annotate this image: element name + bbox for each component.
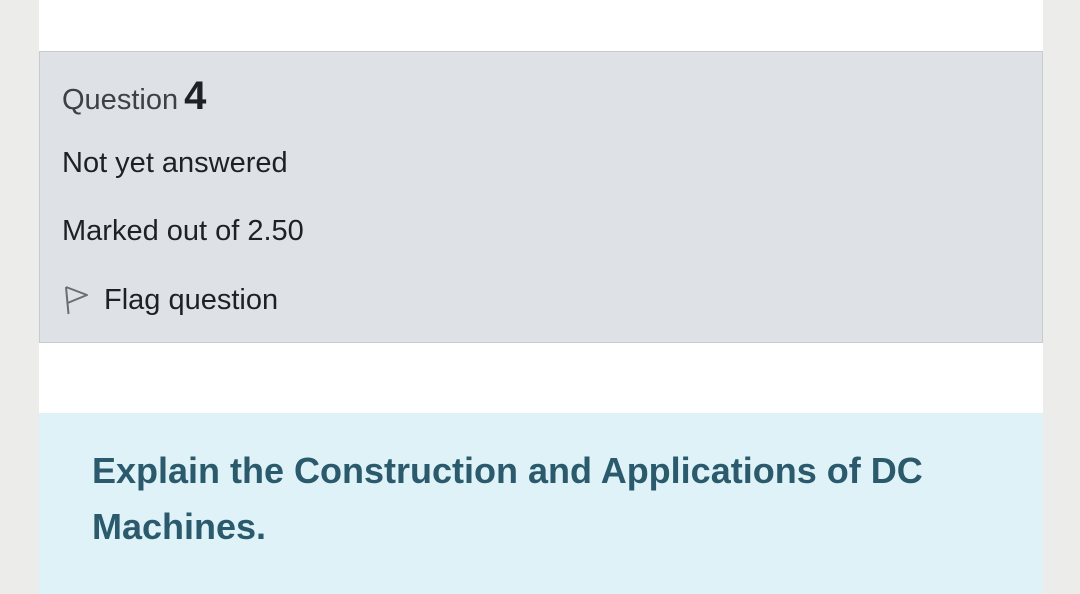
question-text: Explain the Construction and Application… bbox=[92, 450, 923, 547]
flag-question-label: Flag question bbox=[104, 283, 279, 316]
flag-question-button[interactable]: Flag question bbox=[62, 282, 278, 318]
question-state: Not yet answered bbox=[62, 147, 288, 179]
question-info-panel: Question 4 Not yet answered Marked out of… bbox=[39, 51, 1043, 343]
question-grade: Marked out of 2.50 bbox=[62, 215, 304, 247]
question-content-panel: Explain the Construction and Application… bbox=[39, 413, 1043, 594]
question-label: Question bbox=[62, 84, 179, 116]
quiz-page: Question 4 Not yet answered Marked out of… bbox=[39, 0, 1043, 594]
flag-icon bbox=[62, 284, 90, 316]
question-heading: Question 4 bbox=[62, 74, 206, 119]
question-number: 4 bbox=[184, 74, 207, 118]
